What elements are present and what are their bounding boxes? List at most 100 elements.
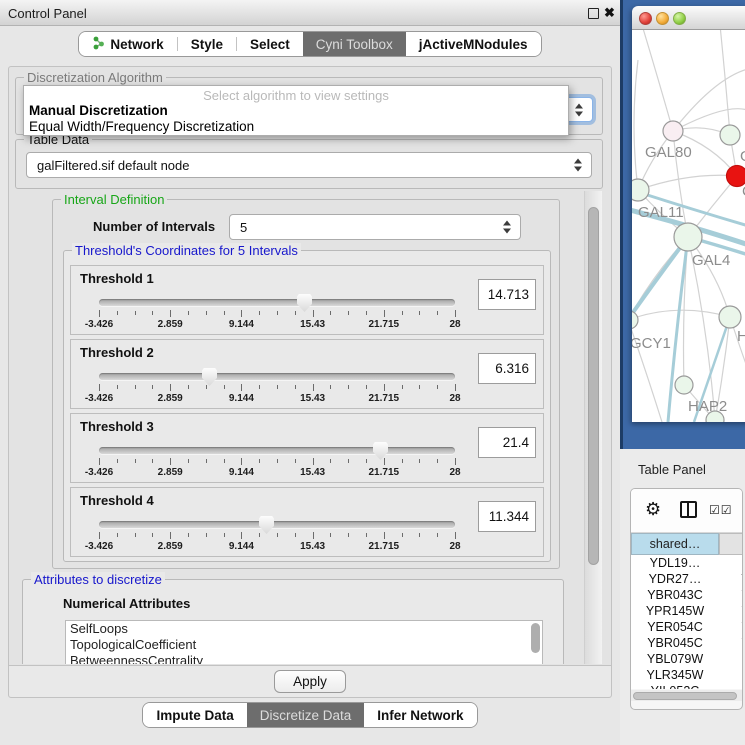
slider-track[interactable] (99, 373, 455, 380)
dropdown-option-manual[interactable]: Manual Discretization (29, 103, 168, 118)
table-row[interactable]: YBR043CYBR0… (631, 587, 743, 603)
slider-track[interactable] (99, 299, 455, 306)
table-row[interactable]: YDL19…YDL1… (631, 555, 743, 571)
slider-track[interactable] (99, 521, 455, 528)
threshold-slider[interactable]: -3.4262.8599.14415.4321.71528 (99, 514, 455, 554)
table-cell[interactable]: YER0… (719, 619, 743, 635)
column-header-shared-name[interactable]: shared… (631, 533, 719, 555)
tick-label: -3.426 (85, 393, 113, 404)
dropdown-option-equal-width[interactable]: Equal Width/Frequency Discretization (29, 119, 254, 134)
tab-network[interactable]: Network (79, 32, 176, 56)
table-cell[interactable]: YPR1… (719, 603, 743, 619)
tick-label: 2.859 (158, 393, 183, 404)
table-row[interactable]: YPR145WYPR1… (631, 603, 743, 619)
table-hscrollbar-thumb[interactable] (633, 692, 737, 700)
node-gcy1[interactable] (632, 311, 638, 329)
gear-icon[interactable]: ⚙ (645, 499, 661, 520)
table-cell[interactable]: YPR145W (631, 603, 719, 619)
bottom-tab-infer-network[interactable]: Infer Network (364, 703, 476, 727)
table-cell[interactable]: YBL0… (719, 651, 743, 667)
network-canvas[interactable]: GAL80 G C GAL11 GAL4 GCY1 H HAP2 (632, 30, 745, 422)
column-header-name[interactable]: na… (719, 533, 743, 555)
mac-zoom-icon[interactable] (673, 12, 686, 25)
table-cell[interactable]: YBR0… (719, 587, 743, 603)
mac-minimize-icon[interactable] (656, 12, 669, 25)
tick-mark (117, 385, 118, 389)
tab-cyni-toolbox[interactable]: Cyni Toolbox (303, 32, 406, 56)
tick-mark (455, 310, 456, 317)
main-scrollbar-thumb[interactable] (588, 207, 599, 565)
table-cell[interactable]: YLR3… (719, 667, 743, 683)
node-gal80[interactable] (663, 121, 683, 141)
threshold-slider[interactable]: -3.4262.8599.14415.4321.71528 (99, 292, 455, 332)
table-row[interactable]: YLR345WYLR3… (631, 667, 743, 683)
attribute-list-item[interactable]: SelfLoops (66, 621, 542, 637)
apply-button[interactable]: Apply (274, 670, 346, 693)
tick-mark (152, 311, 153, 315)
table-panel: Table Panel ⚙ ☑☑ shared… na… YDL19…YDL1…… (620, 449, 745, 745)
float-window-icon[interactable] (588, 8, 599, 19)
table-cell[interactable]: YDR27… (631, 571, 719, 587)
tab-jactivemnodules[interactable]: jActiveMNodules (406, 32, 541, 56)
threshold-value-field[interactable]: 14.713 (478, 279, 536, 310)
tick-mark (366, 311, 367, 315)
split-columns-icon[interactable] (680, 501, 697, 518)
node-top-right[interactable] (720, 125, 740, 145)
tab-style[interactable]: Style (178, 32, 236, 56)
table-cell[interactable]: YBR0… (719, 635, 743, 651)
tick-label: 9.144 (229, 467, 254, 478)
table-hscrollbar-track[interactable] (631, 690, 743, 701)
tick-mark (330, 459, 331, 463)
tick-mark (188, 311, 189, 315)
threshold-slider[interactable]: -3.4262.8599.14415.4321.71528 (99, 440, 455, 480)
network-view-window[interactable]: GAL80 G C GAL11 GAL4 GCY1 H HAP2 (632, 6, 745, 422)
table-cell[interactable]: YIL0… (719, 683, 743, 689)
tick-label: 21.715 (369, 319, 400, 330)
threshold-slider[interactable]: -3.4262.8599.14415.4321.71528 (99, 366, 455, 406)
node-gal4[interactable] (674, 223, 702, 251)
table-row[interactable]: YIL052CYIL0… (631, 683, 743, 689)
table-cell[interactable]: YIL052C (631, 683, 719, 689)
slider-ticks (99, 384, 455, 392)
select-columns-icon[interactable]: ☑☑ (709, 503, 733, 517)
tick-mark (241, 458, 242, 465)
network-window-titlebar[interactable] (632, 6, 745, 30)
bottom-tab-impute-data[interactable]: Impute Data (143, 703, 246, 727)
tab-select[interactable]: Select (237, 32, 303, 56)
table-row[interactable]: YBL079WYBL0… (631, 651, 743, 667)
close-icon[interactable]: ✖ (604, 5, 615, 21)
mac-close-icon[interactable] (639, 12, 652, 25)
slider-track[interactable] (99, 447, 455, 454)
threshold-value-field[interactable]: 6.316 (478, 353, 536, 384)
table-cell[interactable]: YBR045C (631, 635, 719, 651)
threshold-value-field[interactable]: 21.4 (478, 427, 536, 458)
table-cell[interactable]: YDL1… (719, 555, 743, 571)
attribute-list-scrollbar[interactable] (531, 623, 540, 653)
threshold-value-field[interactable]: 11.344 (478, 501, 536, 532)
tab-label: Infer Network (377, 708, 463, 723)
table-row[interactable]: YDR27…YDR2… (631, 571, 743, 587)
node-h[interactable] (719, 306, 741, 328)
attribute-list-item[interactable]: BetweennessCentrality (66, 653, 542, 664)
network-graph: GAL80 G C GAL11 GAL4 GCY1 H HAP2 (632, 30, 745, 422)
tick-mark (170, 532, 171, 539)
tick-mark (348, 385, 349, 389)
attributes-group-title: Attributes to discretize (31, 572, 165, 587)
tick-mark (259, 385, 260, 389)
table-data-combo[interactable]: galFiltered.sif default node (26, 152, 592, 178)
table-cell[interactable]: YDL19… (631, 555, 719, 571)
table-cell[interactable]: YBR043C (631, 587, 719, 603)
table-row[interactable]: YBR045CYBR0… (631, 635, 743, 651)
table-cell[interactable]: YDR2… (719, 571, 743, 587)
table-cell[interactable]: YBL079W (631, 651, 719, 667)
table-cell[interactable]: YER054C (631, 619, 719, 635)
bottom-tab-discretize-data[interactable]: Discretize Data (247, 703, 365, 727)
table-row[interactable]: YER054CYER0… (631, 619, 743, 635)
node-hap2[interactable] (675, 376, 693, 394)
number-of-intervals-combo[interactable]: 5 (229, 214, 521, 240)
table-cell[interactable]: YLR345W (631, 667, 719, 683)
main-scrollbar-track[interactable] (584, 191, 602, 664)
numerical-attributes-list[interactable]: SelfLoopsTopologicalCoefficientBetweenne… (65, 620, 543, 664)
attribute-list-item[interactable]: TopologicalCoefficient (66, 637, 542, 653)
node-gal11[interactable] (632, 179, 649, 201)
